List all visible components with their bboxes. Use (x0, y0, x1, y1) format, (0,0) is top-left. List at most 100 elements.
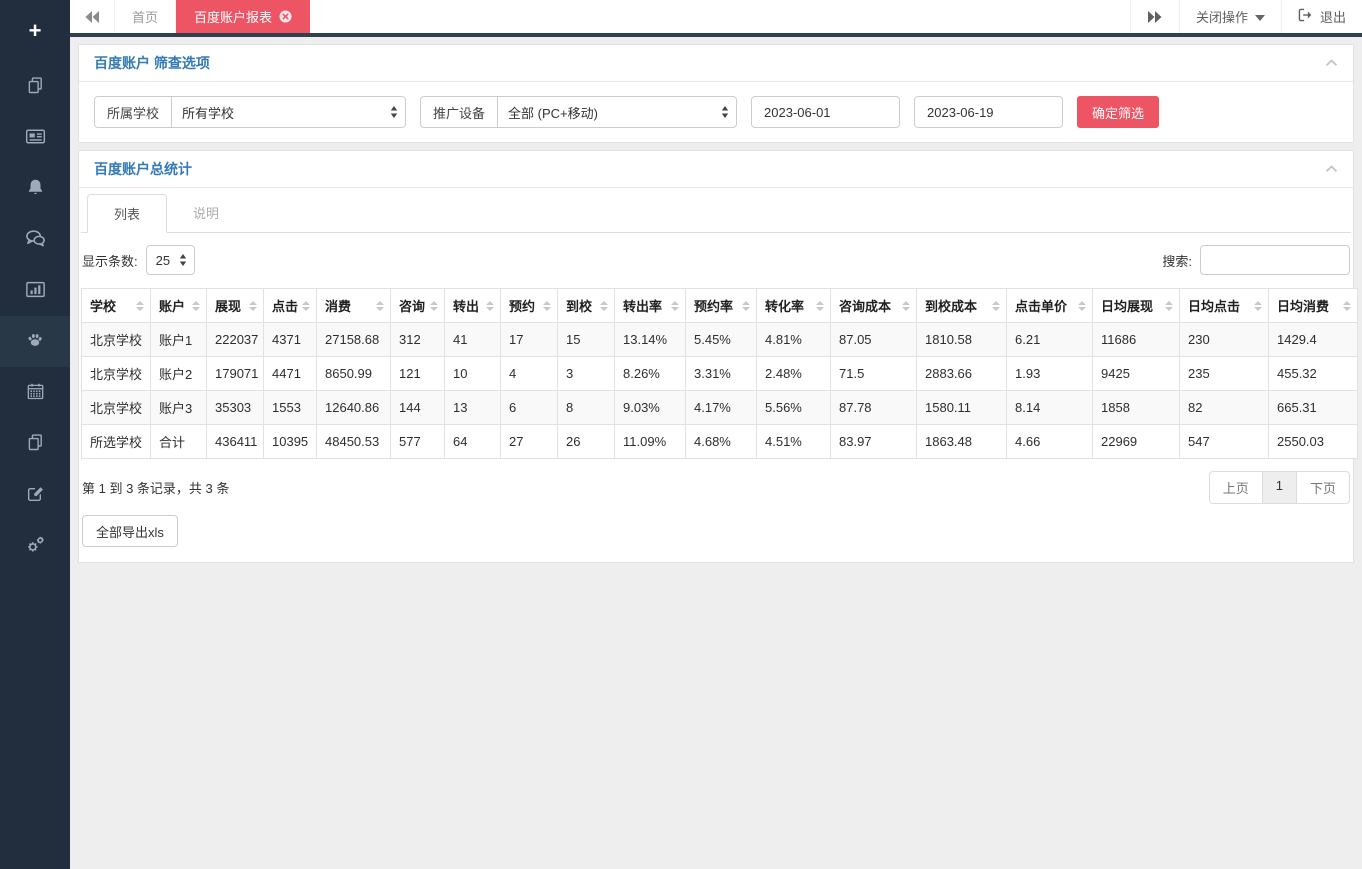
table-cell: 27158.68 (317, 323, 391, 357)
table-cell: 账户1 (151, 323, 207, 357)
sidebar-item-messages[interactable] (0, 214, 70, 265)
column-header[interactable]: 学校 (82, 289, 151, 323)
table-cell: 2883.66 (917, 357, 1007, 391)
sidebar: + (0, 0, 70, 869)
table-cell: 1429.4 (1269, 323, 1358, 357)
table-cell: 4471 (264, 357, 317, 391)
device-filter-label: 推广设备 (420, 96, 497, 128)
close-operations-dropdown[interactable]: 关闭操作 (1179, 0, 1281, 33)
table-cell: 26 (558, 425, 615, 459)
column-header[interactable]: 消费 (317, 289, 391, 323)
device-select-value: 全部 (PC+移动) (508, 103, 598, 122)
table-cell: 北京学校 (82, 391, 151, 425)
logout-button[interactable]: 退出 (1281, 0, 1362, 33)
table-controls: 显示条数: 25 搜索: (82, 245, 1350, 275)
tab-label: 百度账户报表 (194, 7, 272, 26)
calendar-icon (25, 381, 46, 405)
collapse-icon[interactable] (1325, 59, 1338, 67)
table-cell: 222037 (207, 323, 264, 357)
column-header[interactable]: 转化率 (757, 289, 831, 323)
table-cell: 4.51% (757, 425, 831, 459)
sort-icon (486, 301, 494, 311)
chevron-down-icon (1255, 9, 1265, 24)
column-header[interactable]: 展现 (207, 289, 264, 323)
tab-baidu-report[interactable]: 百度账户报表 (176, 0, 310, 33)
column-label: 账户 (159, 299, 185, 314)
table-cell: 8 (558, 391, 615, 425)
table-cell: 4.17% (686, 391, 757, 425)
copy-icon (25, 75, 46, 99)
logout-label: 退出 (1320, 7, 1346, 26)
school-select-value: 所有学校 (182, 103, 234, 122)
column-header[interactable]: 日均展现 (1093, 289, 1180, 323)
sidebar-item-calendar[interactable] (0, 367, 70, 418)
stats-panel: 百度账户总统计 列表 说明 显示条数: 25 (78, 150, 1354, 563)
column-header[interactable]: 到校 (558, 289, 615, 323)
column-header[interactable]: 日均点击 (1180, 289, 1269, 323)
sidebar-item-reports[interactable] (0, 265, 70, 316)
fast-backward-icon[interactable] (70, 0, 114, 33)
school-select[interactable]: 所有学校 (171, 96, 406, 128)
column-header[interactable]: 转出率 (615, 289, 686, 323)
close-tab-icon[interactable] (279, 10, 292, 23)
column-header[interactable]: 预约率 (686, 289, 757, 323)
start-date-input[interactable] (751, 96, 900, 128)
page-size-select[interactable]: 25 (146, 245, 195, 275)
filter-panel-header: 百度账户 筛查选项 (79, 45, 1353, 82)
sidebar-item-baidu[interactable] (0, 316, 70, 367)
column-header[interactable]: 点击 (264, 289, 317, 323)
sort-icon (902, 301, 910, 311)
table-cell: 48450.53 (317, 425, 391, 459)
tab-description[interactable]: 说明 (167, 194, 245, 233)
sidebar-item-settings[interactable] (0, 520, 70, 571)
filter-form: 所属学校 所有学校 推广设备 全部 (PC+移动) (79, 82, 1353, 142)
confirm-filter-button[interactable]: 确定筛选 (1077, 96, 1159, 128)
plus-icon[interactable]: + (0, 0, 70, 61)
filter-panel: 百度账户 筛查选项 所属学校 所有学校 推广设备 (78, 44, 1354, 143)
sort-icon (249, 301, 257, 311)
prev-page-button[interactable]: 上页 (1210, 472, 1262, 503)
collapse-icon[interactable] (1325, 165, 1338, 173)
fast-forward-icon[interactable] (1130, 0, 1179, 33)
sidebar-item-files[interactable] (0, 418, 70, 469)
column-header[interactable]: 咨询 (391, 289, 445, 323)
device-select[interactable]: 全部 (PC+移动) (497, 96, 737, 128)
export-xls-button[interactable]: 全部导出xls (82, 515, 178, 547)
column-header[interactable]: 咨询成本 (831, 289, 917, 323)
table-cell: 9.03% (615, 391, 686, 425)
table-row[interactable]: 北京学校账户335303155312640.8614413689.03%4.17… (82, 391, 1358, 425)
select-caret-icon (721, 106, 729, 119)
table-cell: 1553 (264, 391, 317, 425)
sidebar-item-news[interactable] (0, 112, 70, 163)
table-cell: 41 (445, 323, 501, 357)
column-header[interactable]: 转出 (445, 289, 501, 323)
table-cell: 121 (391, 357, 445, 391)
table-cell: 1810.58 (917, 323, 1007, 357)
column-label: 点击单价 (1015, 299, 1067, 314)
next-page-button[interactable]: 下页 (1296, 472, 1349, 503)
table-row[interactable]: 所选学校合计4364111039548450.5357764272611.09%… (82, 425, 1358, 459)
column-header[interactable]: 到校成本 (917, 289, 1007, 323)
column-header[interactable]: 预约 (501, 289, 558, 323)
table-cell: 4.81% (757, 323, 831, 357)
end-date-input[interactable] (914, 96, 1063, 128)
close-operations-label: 关闭操作 (1196, 7, 1248, 26)
table-cell: 5.45% (686, 323, 757, 357)
tab-list[interactable]: 列表 (87, 194, 167, 233)
table-row[interactable]: 北京学校账户217907144718650.9912110438.26%3.31… (82, 357, 1358, 391)
search-input[interactable] (1200, 245, 1350, 275)
column-header[interactable]: 账户 (151, 289, 207, 323)
table-cell: 3.31% (686, 357, 757, 391)
column-header[interactable]: 点击单价 (1007, 289, 1093, 323)
tab-home[interactable]: 首页 (114, 0, 176, 33)
column-header[interactable]: 日均消费 (1269, 289, 1358, 323)
column-label: 咨询 (399, 299, 425, 314)
table-cell: 64 (445, 425, 501, 459)
page-number-button[interactable]: 1 (1262, 472, 1296, 503)
sort-icon (1343, 301, 1351, 311)
app: + (0, 0, 1362, 869)
sidebar-item-edit[interactable] (0, 469, 70, 520)
sidebar-item-documents[interactable] (0, 61, 70, 112)
sidebar-item-notifications[interactable] (0, 163, 70, 214)
table-row[interactable]: 北京学校账户1222037437127158.6831241171513.14%… (82, 323, 1358, 357)
